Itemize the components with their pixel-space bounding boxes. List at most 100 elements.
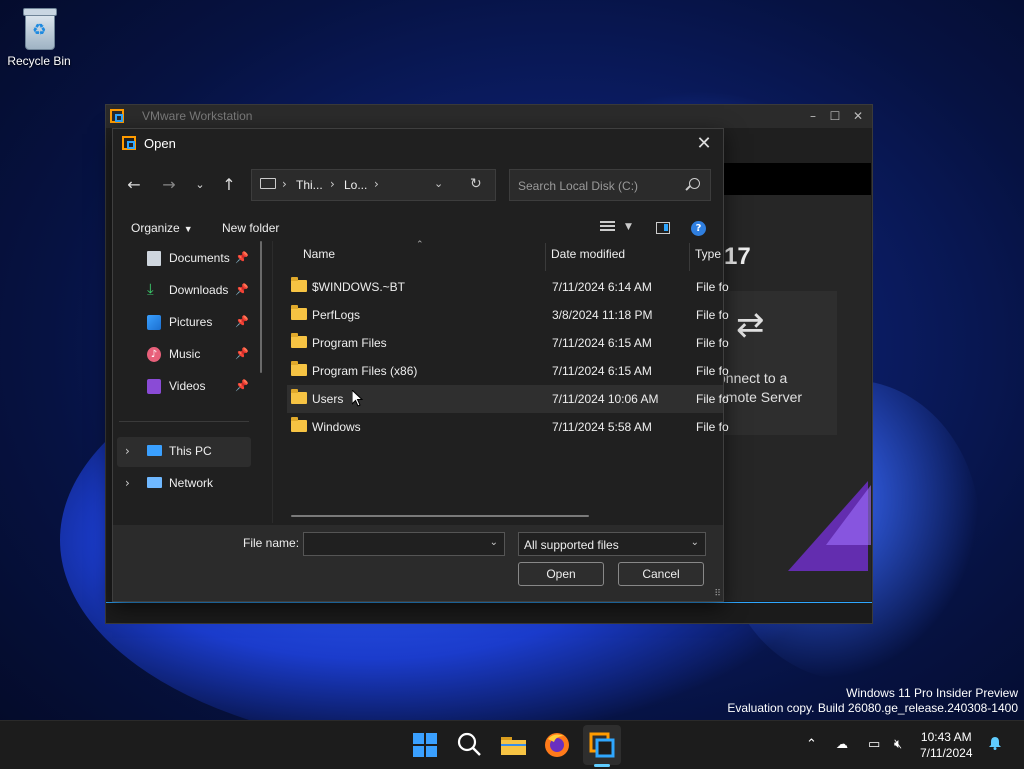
pane-divider	[272, 241, 273, 523]
clock-time: 10:43 AM	[920, 730, 972, 744]
file-row[interactable]: PerfLogs 3/8/2024 11:18 PM File fo	[287, 301, 729, 329]
music-icon: ♪	[147, 347, 161, 362]
nav-item-label: Videos	[169, 379, 206, 393]
preview-pane-icon[interactable]	[656, 222, 670, 234]
chevron-down-icon[interactable]: ⌄	[490, 537, 498, 548]
recycle-bin-desktop-icon[interactable]: ♻ Recycle Bin	[6, 6, 72, 68]
vmware-title: VMware Workstation	[142, 109, 253, 123]
nav-item-pictures[interactable]: Pictures 📌	[147, 309, 267, 337]
file-row[interactable]: Program Files 7/11/2024 6:15 AM File fo	[287, 329, 729, 357]
nav-item-documents[interactable]: Documents 📌	[147, 245, 267, 273]
breadcrumb-this-pc[interactable]: Thi...	[296, 178, 323, 192]
column-header-date-modified[interactable]: Date modified	[551, 247, 625, 261]
view-dropdown-icon[interactable]: ▼	[625, 222, 632, 232]
forward-button[interactable]: →	[157, 173, 181, 197]
search-input[interactable]: Search Local Disk (C:)	[509, 169, 711, 201]
file-row[interactable]: Program Files (x86) 7/11/2024 6:15 AM Fi…	[287, 357, 729, 385]
volume-muted-icon[interactable]: 🔇︎	[894, 737, 902, 752]
file-name-label: File name:	[243, 536, 300, 550]
column-separator[interactable]	[689, 243, 690, 271]
expand-chevron-icon[interactable]: ›	[125, 444, 130, 458]
resize-grip-icon[interactable]: ⠿	[714, 589, 721, 599]
dialog-footer: File name: ⌄ All supported files ⌄ Open …	[113, 525, 723, 601]
search-placeholder: Search Local Disk (C:)	[518, 179, 639, 193]
notification-bell-icon[interactable]	[988, 736, 1002, 750]
organize-button[interactable]: Organize ▼	[131, 221, 193, 235]
pin-icon: 📌	[235, 283, 249, 296]
dialog-close-button[interactable]: ✕	[691, 132, 717, 156]
file-row[interactable]: Windows 7/11/2024 5:58 AM File fo	[287, 413, 729, 441]
this-pc-icon	[147, 445, 162, 456]
view-options-icon[interactable]	[600, 221, 615, 234]
file-date: 7/11/2024 6:15 AM	[552, 336, 652, 350]
nav-item-downloads[interactable]: ⤓ Downloads 📌	[147, 277, 267, 305]
maximize-button[interactable]: ☐	[824, 107, 846, 125]
vmware-statusbar	[106, 602, 872, 623]
vmware-logo-icon	[110, 109, 124, 123]
firefox-button[interactable]	[542, 730, 572, 760]
documents-icon	[147, 251, 161, 266]
file-name: Program Files	[312, 336, 387, 350]
nav-item-network[interactable]: › Network	[117, 469, 251, 499]
column-separator[interactable]	[545, 243, 546, 271]
horizontal-scrollbar[interactable]	[291, 515, 589, 517]
new-folder-button[interactable]: New folder	[222, 221, 279, 235]
nav-item-music[interactable]: ♪ Music 📌	[147, 341, 267, 369]
refresh-icon[interactable]: ↻	[470, 176, 482, 192]
file-type: File fo	[696, 308, 729, 322]
address-dropdown-icon[interactable]: ⌄	[434, 177, 443, 190]
nav-item-label: Pictures	[169, 315, 213, 329]
column-header-type[interactable]: Type	[695, 247, 721, 261]
file-date: 7/11/2024 5:58 AM	[552, 420, 652, 434]
cancel-button[interactable]: Cancel	[618, 562, 704, 586]
dialog-title: Open	[144, 136, 176, 151]
vmware-titlebar: VMware Workstation – ☐ ✕	[106, 105, 872, 128]
start-button[interactable]	[410, 730, 440, 760]
close-button[interactable]: ✕	[847, 107, 869, 125]
back-button[interactable]: ←	[122, 173, 146, 197]
breadcrumb-local-disk[interactable]: Lo...	[344, 178, 367, 192]
network-icon[interactable]: ▭	[868, 737, 880, 752]
vmware-tab-bar	[721, 163, 871, 195]
nav-item-label: Downloads	[169, 283, 229, 297]
vmware-taskbar-button[interactable]	[587, 730, 617, 760]
nav-scrollbar[interactable]	[260, 241, 262, 373]
nav-item-videos[interactable]: Videos 📌	[147, 373, 267, 401]
taskbar: ⌃ ☁ ▭ 🔇︎ 10:43 AM 7/11/2024	[0, 720, 1024, 769]
address-bar[interactable]: › Thi... › Lo... › ⌄ ↻	[251, 169, 496, 201]
open-button[interactable]: Open	[518, 562, 604, 586]
file-row[interactable]: $WINDOWS.~BT 7/11/2024 6:14 AM File fo	[287, 273, 729, 301]
file-explorer-button[interactable]	[499, 730, 529, 760]
file-name: Users	[312, 392, 344, 406]
nav-separator	[119, 421, 249, 422]
recent-locations-button[interactable]: ⌄	[188, 173, 212, 197]
help-icon[interactable]: ?	[691, 221, 706, 236]
file-date: 7/11/2024 6:14 AM	[552, 280, 652, 294]
up-button[interactable]: ↑	[217, 173, 241, 197]
decorative-shape	[826, 485, 871, 545]
recycle-bin-label: Recycle Bin	[7, 54, 71, 68]
file-name: Program Files (x86)	[312, 364, 418, 378]
file-type: File fo	[696, 364, 729, 378]
pin-icon: 📌	[235, 379, 249, 392]
file-name-input[interactable]: ⌄	[303, 532, 505, 556]
mouse-cursor-icon	[352, 390, 364, 407]
nav-item-label: Network	[169, 476, 214, 490]
breadcrumb-separator-icon: ›	[330, 177, 335, 191]
minimize-button[interactable]: –	[802, 107, 824, 125]
file-date: 7/11/2024 6:15 AM	[552, 364, 652, 378]
cloud-offline-icon[interactable]: ☁	[836, 737, 848, 751]
taskbar-clock[interactable]: 10:43 AM 7/11/2024	[920, 729, 973, 761]
nav-item-this-pc[interactable]: › This PC	[117, 437, 251, 467]
expand-chevron-icon[interactable]: ›	[125, 476, 130, 490]
file-type-select-value: All supported files	[524, 538, 619, 552]
column-header-name[interactable]: Name	[303, 247, 335, 261]
vmware-icon	[589, 732, 615, 758]
pin-icon: 📌	[235, 347, 249, 360]
file-type: File fo	[696, 336, 729, 350]
file-type-select[interactable]: All supported files ⌄	[518, 532, 706, 556]
folder-icon	[291, 417, 307, 432]
chevron-up-icon[interactable]: ⌃	[806, 737, 817, 752]
open-dialog: Open ✕ ← → ⌄ ↑ › Thi... › Lo... › ⌄ ↻ Se…	[112, 128, 729, 602]
search-taskbar-button[interactable]	[455, 730, 485, 760]
